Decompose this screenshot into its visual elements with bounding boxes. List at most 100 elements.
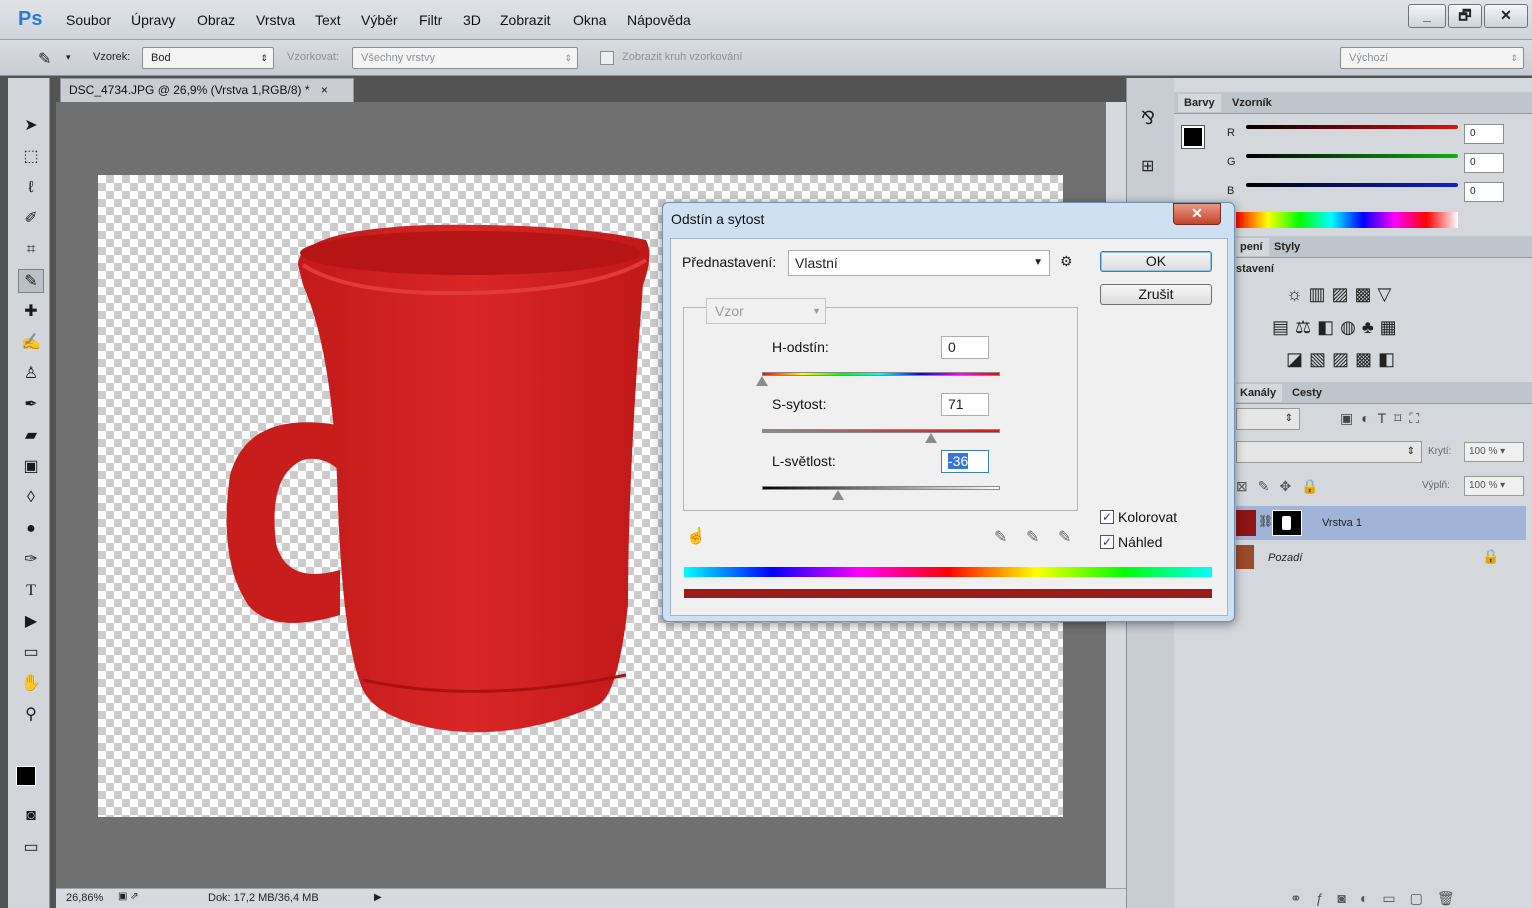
screen-mode-icon[interactable]: ▭ <box>18 836 44 860</box>
channel-b-value[interactable]: 0 <box>1464 182 1504 202</box>
hue-slider-thumb[interactable] <box>756 376 768 386</box>
lock-icons[interactable]: ⊠✎✥🔒 <box>1236 478 1329 495</box>
channel-r-value[interactable]: 0 <box>1464 124 1504 144</box>
menu-layer[interactable]: Vrstva <box>256 12 295 28</box>
workspace-select[interactable]: Výchozí ⇕ <box>1340 47 1524 69</box>
tab-swatches[interactable]: Vzorník <box>1226 94 1278 112</box>
lasso-tool-icon[interactable]: ℓ <box>18 176 44 200</box>
layer-row-vrstva-1[interactable]: ⛓ Vrstva 1 <box>1236 506 1526 540</box>
move-tool-icon[interactable]: ➤ <box>18 114 44 138</box>
targeted-adjustment-hand-icon[interactable]: ☝ <box>686 526 706 546</box>
menu-type[interactable]: Text <box>315 12 341 28</box>
layer-filter-select[interactable]: ⇕ <box>1236 408 1300 430</box>
blur-tool-icon[interactable]: ◊ <box>18 486 44 510</box>
adjustment-icons-row-2[interactable]: ▤⚖◧◍♣▦ <box>1272 317 1403 338</box>
healing-tool-icon[interactable]: ✚ <box>18 300 44 324</box>
menu-view[interactable]: Zobrazit <box>500 12 551 28</box>
menu-edit[interactable]: Úpravy <box>131 12 175 28</box>
menu-image[interactable]: Obraz <box>197 12 235 28</box>
layer-name[interactable]: Vrstva 1 <box>1322 517 1362 529</box>
gear-icon[interactable]: ⚙ <box>1060 253 1073 270</box>
stamp-tool-icon[interactable]: ♙ <box>18 362 44 386</box>
eyedropper-minus-icon[interactable]: ✎ <box>1058 527 1071 547</box>
fill-field[interactable]: 100 % ▾ <box>1464 476 1524 496</box>
marquee-tool-icon[interactable]: ⬚ <box>18 145 44 169</box>
tab-channels[interactable]: Kanály <box>1234 384 1283 402</box>
layers-sample-select[interactable]: Všechny vrstvy ⇕ <box>352 47 578 69</box>
layer-mask-thumbnail[interactable] <box>1272 510 1302 536</box>
foreground-color-swatch[interactable] <box>16 766 36 786</box>
hue-input[interactable]: 0 <box>941 336 989 359</box>
layer-filter-icons[interactable]: ▣◐T⌑⛶ <box>1340 410 1427 427</box>
channel-select[interactable]: Vzor ▼ <box>706 298 826 324</box>
close-tab-icon[interactable]: × <box>321 83 328 97</box>
eyedropper-plus-icon[interactable]: ✎ <box>1026 527 1039 547</box>
tab-adjustments[interactable]: pení <box>1234 238 1269 256</box>
menu-help[interactable]: Nápověda <box>627 12 691 28</box>
tab-colors[interactable]: Barvy <box>1178 94 1221 112</box>
lightness-input[interactable]: -36 <box>941 450 989 473</box>
zoom-tool-icon[interactable]: ⚲ <box>18 703 44 727</box>
sample-select[interactable]: Bod ⇕ <box>142 47 274 69</box>
preset-select[interactable]: Vlastní ▼ <box>788 250 1050 276</box>
menu-window[interactable]: Okna <box>573 12 606 28</box>
minimize-button[interactable]: _ <box>1408 4 1446 28</box>
preview-checkbox[interactable]: ✓ <box>1100 535 1114 549</box>
status-icons[interactable]: ▣ ⇗ <box>118 891 139 902</box>
show-ring-checkbox[interactable] <box>600 51 614 65</box>
dodge-tool-icon[interactable]: ● <box>18 517 44 541</box>
hue-slider-track[interactable] <box>762 372 1000 376</box>
channel-b-slider[interactable] <box>1246 183 1458 187</box>
path-selection-tool-icon[interactable]: ▶ <box>18 610 44 634</box>
eyedropper-tool-icon[interactable]: ✎ <box>18 269 44 293</box>
crop-tool-icon[interactable]: ⌗ <box>18 238 44 262</box>
channel-g-value[interactable]: 0 <box>1464 153 1504 173</box>
tab-styles[interactable]: Styly <box>1268 238 1306 256</box>
ok-button[interactable]: OK <box>1100 251 1212 272</box>
color-spectrum[interactable] <box>1236 212 1458 228</box>
opacity-field[interactable]: 100 % ▾ <box>1464 442 1524 462</box>
zoom-level[interactable]: 26,86% <box>66 892 103 904</box>
type-tool-icon[interactable]: T <box>18 579 44 603</box>
tab-paths[interactable]: Cesty <box>1286 384 1328 402</box>
saturation-slider-thumb[interactable] <box>924 433 937 443</box>
saturation-slider-track[interactable] <box>762 429 1000 433</box>
menu-3d[interactable]: 3D <box>463 12 481 28</box>
close-window-button[interactable]: ✕ <box>1484 4 1528 28</box>
colorize-checkbox[interactable]: ✓ <box>1100 510 1114 524</box>
hand-tool-icon[interactable]: ✋ <box>18 672 44 696</box>
gradient-tool-icon[interactable]: ▣ <box>18 455 44 479</box>
rectangle-tool-icon[interactable]: ▭ <box>18 641 44 665</box>
status-arrow-icon[interactable]: ▶ <box>374 892 382 903</box>
eraser-tool-icon[interactable]: ▰ <box>18 424 44 448</box>
adjustment-icons-row-3[interactable]: ◪▧▨▩◧ <box>1286 349 1401 370</box>
dialog-close-button[interactable]: ✕ <box>1173 203 1221 225</box>
eyedropper-icon[interactable]: ✎ <box>38 49 51 69</box>
menu-filter[interactable]: Filtr <box>419 12 442 28</box>
eyedropper-icon[interactable]: ✎ <box>994 527 1007 547</box>
blend-mode-select[interactable]: ⇕ <box>1236 441 1422 463</box>
pen-tool-icon[interactable]: ✑ <box>18 548 44 572</box>
cancel-button[interactable]: Zrušit <box>1100 284 1212 305</box>
adjustment-icons-row-1[interactable]: ☼▥▨▩▽ <box>1286 284 1397 305</box>
restore-button[interactable]: 🗗 <box>1448 4 1482 28</box>
background-layer-name[interactable]: Pozadí <box>1268 552 1302 564</box>
tool-preset-chevron-icon[interactable]: ▾ <box>66 52 71 63</box>
channel-r-slider[interactable] <box>1246 125 1458 129</box>
foreground-color-chip[interactable] <box>1181 125 1205 149</box>
lightness-slider-thumb[interactable] <box>832 490 845 500</box>
lightness-slider-track[interactable] <box>762 486 1000 490</box>
quick-mask-icon[interactable]: ◙ <box>18 804 44 828</box>
brush-tool-icon[interactable]: ✍ <box>18 331 44 355</box>
chain-link-icon[interactable]: ⛓ <box>1258 514 1273 528</box>
layer-row-background[interactable]: Pozadí 🔒 <box>1236 542 1526 574</box>
document-tab[interactable]: DSC_4734.JPG @ 26,9% (Vrstva 1,RGB/8) * … <box>60 78 354 102</box>
history-icon[interactable]: ⅋ <box>1141 108 1155 129</box>
menu-select[interactable]: Výběr <box>361 12 398 28</box>
channel-g-slider[interactable] <box>1246 154 1458 158</box>
menu-file[interactable]: Soubor <box>66 12 111 28</box>
properties-icon[interactable]: ⊞ <box>1141 156 1154 176</box>
layers-footer-icons[interactable]: ⚭ƒ◙◐▭▢🗑 <box>1290 890 1469 907</box>
saturation-input[interactable]: 71 <box>941 393 989 416</box>
history-brush-tool-icon[interactable]: ✒ <box>18 393 44 417</box>
